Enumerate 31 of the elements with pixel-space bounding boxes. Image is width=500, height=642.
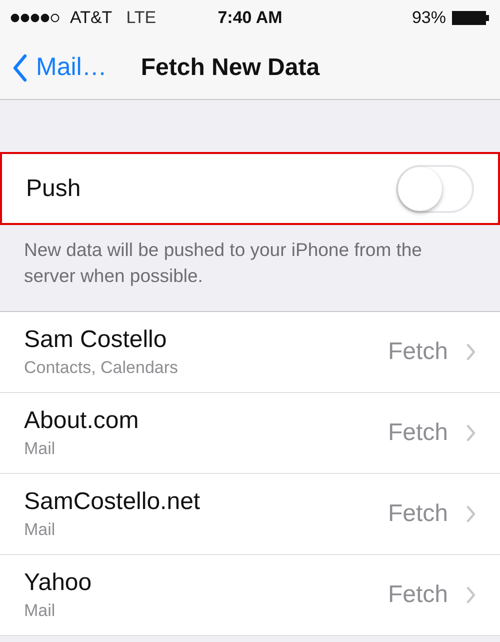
push-label: Push	[26, 174, 81, 202]
network-type: LTE	[126, 8, 156, 28]
clock: 7:40 AM	[218, 8, 282, 28]
chevron-right-icon	[466, 586, 476, 604]
carrier: AT&T	[70, 8, 112, 28]
chevron-right-icon	[466, 505, 476, 523]
battery-icon	[452, 11, 490, 25]
account-row[interactable]: About.com Mail Fetch	[0, 393, 500, 474]
fetch-setting: Fetch	[388, 338, 448, 366]
chevron-left-icon	[12, 54, 28, 82]
account-detail: Contacts, Calendars	[24, 358, 180, 378]
account-name: Sam Costello	[24, 326, 168, 354]
fetch-setting: Fetch	[388, 419, 448, 447]
push-toggle[interactable]	[396, 164, 474, 212]
fetch-setting: Fetch	[388, 581, 448, 609]
account-row[interactable]: Yahoo Mail Fetch	[0, 555, 500, 636]
chevron-right-icon	[466, 343, 476, 361]
account-row[interactable]: SamCostello.net Mail Fetch	[0, 474, 500, 555]
account-detail: Mail	[24, 601, 56, 621]
account-name: About.com	[24, 407, 140, 435]
account-row[interactable]: Sam Costello Contacts, Calendars Fetch	[0, 312, 500, 393]
account-name: Yahoo	[24, 569, 93, 597]
chevron-right-icon	[466, 424, 476, 442]
battery-percent: 93%	[412, 8, 446, 28]
account-detail: Mail	[24, 520, 56, 540]
account-name: SamCostello.net	[24, 488, 202, 516]
back-button[interactable]: Mail…	[12, 53, 107, 82]
nav-title: Fetch New Data	[140, 54, 320, 82]
fetch-setting: Fetch	[388, 500, 448, 528]
push-description: New data will be pushed to your iPhone from the server when possible.	[23, 238, 423, 288]
account-detail: Mail	[24, 439, 56, 459]
